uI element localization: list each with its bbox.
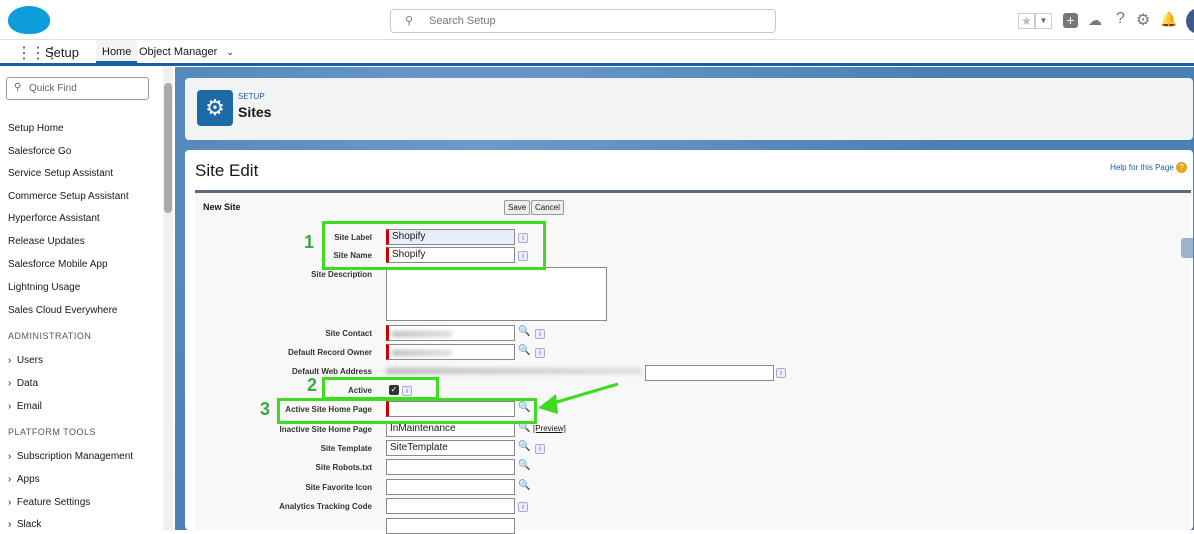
chevron-right-icon: › xyxy=(8,519,17,530)
save-button[interactable]: Save xyxy=(504,200,531,215)
section-title: New Site xyxy=(203,202,241,212)
avatar[interactable] xyxy=(1186,8,1194,34)
sidebar-item[interactable]: › Apps xyxy=(8,474,40,485)
annotation-box-1 xyxy=(322,221,546,270)
web-address-suffix-input[interactable] xyxy=(645,365,774,381)
sidebar-item[interactable]: › Slack xyxy=(8,519,41,530)
sidebar-item[interactable]: Salesforce Go xyxy=(8,146,71,157)
chevron-right-icon: › xyxy=(8,474,17,485)
tab-object-manager[interactable]: Object Manager ⌄ xyxy=(133,40,240,64)
help-link[interactable]: Help for this Page ? xyxy=(1110,162,1187,173)
sidebar-item[interactable]: › Subscription Management xyxy=(8,451,133,462)
sidebar-item[interactable]: Setup Home xyxy=(8,123,64,134)
tab-home[interactable]: Home xyxy=(96,40,138,64)
sidebar-item[interactable]: Commerce Setup Assistant xyxy=(8,191,129,202)
info-icon[interactable]: i xyxy=(535,348,545,358)
annotation-box-2 xyxy=(322,377,439,400)
analytics-tracking-input[interactable] xyxy=(386,498,515,514)
site-edit-title: Site Edit xyxy=(195,161,259,180)
sidebar-item-users[interactable]: › Users xyxy=(8,355,43,366)
site-template-input[interactable]: SiteTemplate xyxy=(386,440,515,456)
sidebar-item[interactable]: Lightning Usage xyxy=(8,282,80,293)
annotation-number-1: 1 xyxy=(304,232,315,252)
gear-icon[interactable]: ⚙ xyxy=(1136,10,1150,30)
annotation-arrow xyxy=(538,382,619,414)
trailhead-icon[interactable]: ☁ xyxy=(1088,12,1102,29)
sidebar-item-data[interactable]: › Data xyxy=(8,378,38,389)
next-field-input[interactable] xyxy=(386,518,515,534)
lookup-icon[interactable]: 🔍 xyxy=(518,460,530,472)
sidebar-item[interactable]: Service Setup Assistant xyxy=(8,168,113,179)
chevron-right-icon: › xyxy=(8,497,17,508)
gear-icon: ⚙ xyxy=(197,90,233,126)
setup-sidebar: ⚲ Quick Find Setup Home Salesforce Go Ser… xyxy=(0,67,175,530)
site-description-textarea[interactable] xyxy=(386,267,607,321)
favorites-chevron-down-icon[interactable]: ▼ xyxy=(1035,13,1052,29)
info-icon[interactable]: i xyxy=(776,368,786,378)
info-icon[interactable]: i xyxy=(535,329,545,339)
site-contact-input[interactable] xyxy=(386,325,515,341)
default-record-owner-input[interactable] xyxy=(386,344,515,360)
info-icon[interactable]: i xyxy=(518,502,528,512)
chevron-right-icon: › xyxy=(8,378,17,389)
page-title: Sites xyxy=(238,104,272,120)
add-icon[interactable]: + xyxy=(1063,13,1078,28)
default-web-address-value xyxy=(386,368,642,374)
site-favorite-icon-input[interactable] xyxy=(386,479,515,495)
favorites-star-icon[interactable]: ★ xyxy=(1018,13,1035,29)
site-template-label: Site Template xyxy=(320,444,372,453)
site-description-label: Site Description xyxy=(311,270,372,279)
quick-find-input[interactable]: ⚲ Quick Find xyxy=(6,77,149,100)
app-name: Setup xyxy=(45,45,79,60)
site-robots-label: Site Robots.txt xyxy=(315,463,372,472)
sidebar-item-email[interactable]: › Email xyxy=(8,401,42,412)
info-icon[interactable]: i xyxy=(535,444,545,454)
search-input[interactable]: ⚲ Search Setup xyxy=(390,9,776,33)
lookup-icon[interactable]: 🔍 xyxy=(518,345,530,357)
chevron-right-icon: › xyxy=(8,355,17,366)
inactive-home-page-label: Inactive Site Home Page xyxy=(279,425,372,434)
salesforce-logo[interactable] xyxy=(8,6,50,34)
preview-link[interactable]: [Preview] xyxy=(533,424,566,433)
cancel-button[interactable]: Cancel xyxy=(531,200,564,215)
chevron-down-icon: ⌄ xyxy=(226,47,234,57)
sidebar-scrollbar[interactable] xyxy=(163,67,173,530)
global-header: ⚲ Search Setup ★ ▼ + ☁ ? ⚙ 🔔 xyxy=(0,0,1194,40)
lookup-icon[interactable]: 🔍 xyxy=(518,441,530,453)
chevron-right-icon: › xyxy=(8,401,17,412)
default-web-address-label: Default Web Address xyxy=(291,367,372,376)
help-icon: ? xyxy=(1176,162,1187,173)
section-header-administration: ADMINISTRATION xyxy=(8,331,92,341)
annotation-number-3: 3 xyxy=(260,399,271,419)
sidebar-item[interactable]: Release Updates xyxy=(8,236,85,247)
site-edit-card: Site Edit Help for this Page ? New Site … xyxy=(185,150,1193,530)
analytics-tracking-label: Analytics Tracking Code xyxy=(279,502,372,511)
site-favorite-icon-label: Site Favorite Icon xyxy=(305,483,372,492)
sidebar-item[interactable]: Sales Cloud Everywhere xyxy=(8,305,118,316)
collapse-handle[interactable] xyxy=(1181,238,1193,258)
bell-icon[interactable]: 🔔 xyxy=(1160,11,1177,28)
lookup-icon[interactable]: 🔍 xyxy=(518,326,530,338)
search-icon: ⚲ xyxy=(14,82,22,93)
annotation-number-2: 2 xyxy=(307,375,318,395)
sidebar-item[interactable]: Hyperforce Assistant xyxy=(8,213,100,224)
search-icon: ⚲ xyxy=(405,15,414,27)
help-icon[interactable]: ? xyxy=(1116,10,1125,28)
site-contact-label: Site Contact xyxy=(325,329,372,338)
app-nav: ⋮⋮⋮ Setup Home Object Manager ⌄ xyxy=(0,40,1194,66)
sidebar-item[interactable]: Salesforce Mobile App xyxy=(8,259,108,270)
sidebar-item[interactable]: › Feature Settings xyxy=(8,497,90,508)
default-record-owner-label: Default Record Owner xyxy=(287,348,372,357)
annotation-box-3 xyxy=(277,398,537,424)
page-eyebrow[interactable]: SETUP xyxy=(238,92,265,101)
page-header: ⚙ SETUP Sites xyxy=(185,78,1193,140)
lookup-icon[interactable]: 🔍 xyxy=(518,480,530,492)
section-header-platform-tools: PLATFORM TOOLS xyxy=(8,427,97,437)
chevron-right-icon: › xyxy=(8,451,17,462)
site-robots-input[interactable] xyxy=(386,459,515,475)
